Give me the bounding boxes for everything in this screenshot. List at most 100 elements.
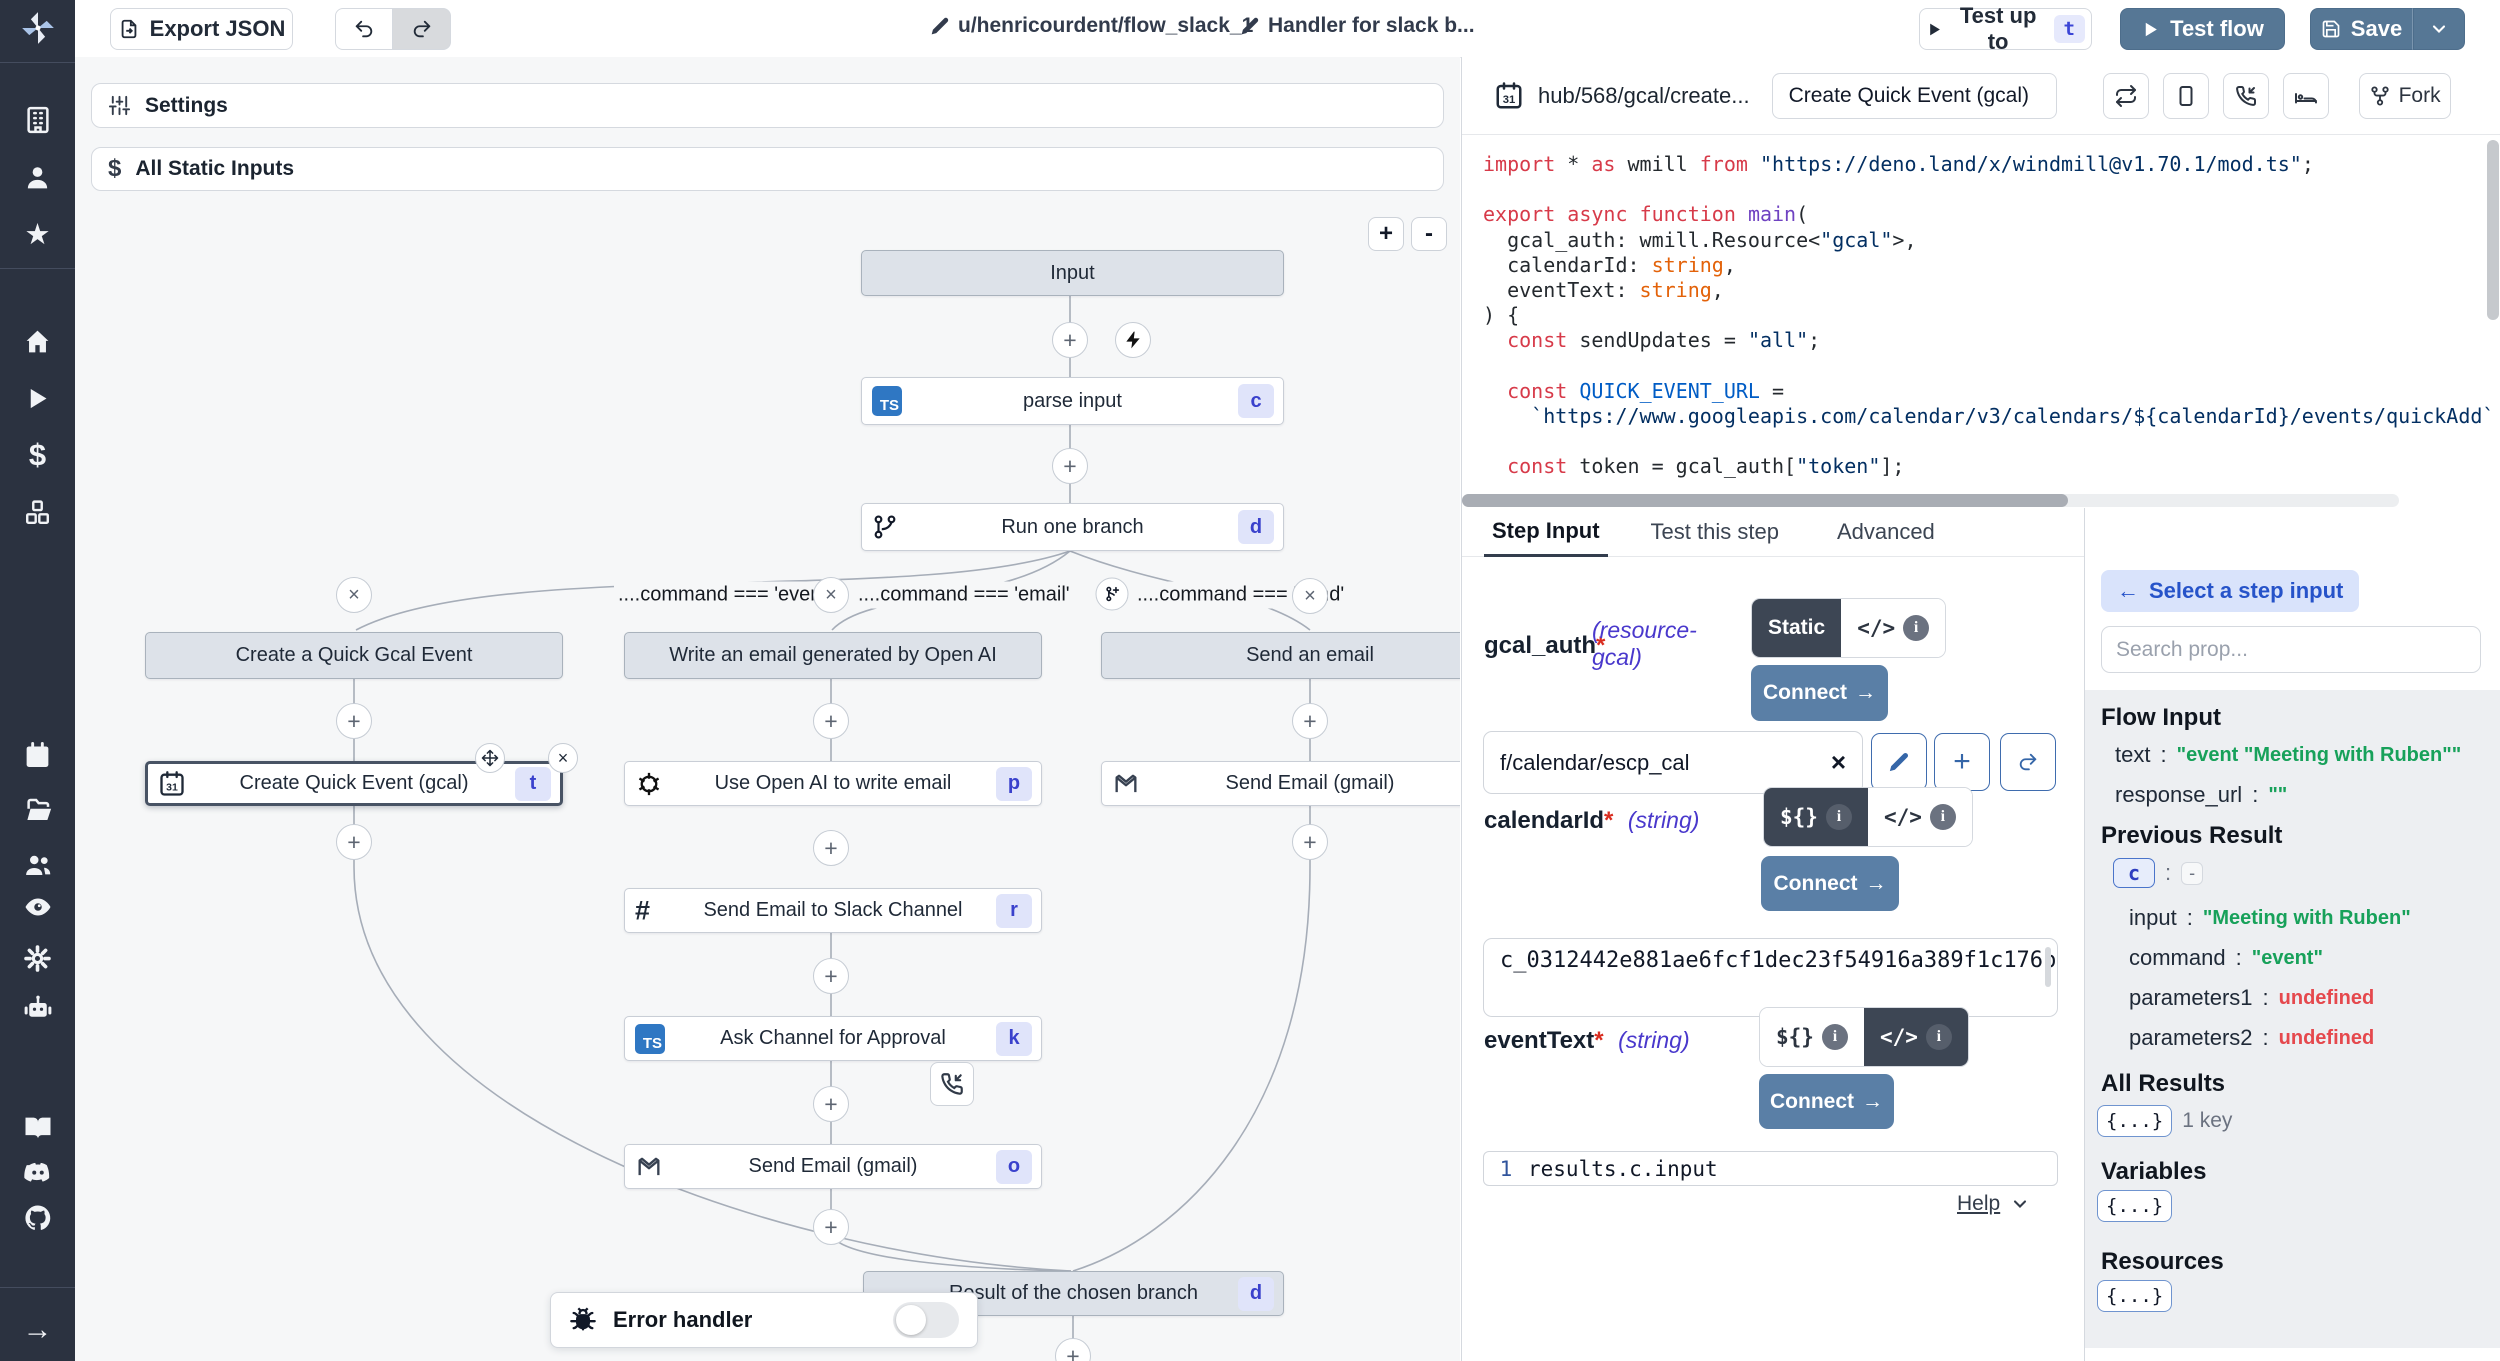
mode-javascript[interactable]: </>i xyxy=(1868,788,1972,846)
info-icon[interactable]: i xyxy=(1926,1024,1952,1050)
flow-node-send-gmail[interactable]: Send Email (gmail) o xyxy=(624,1144,1042,1189)
flow-node-use-openai[interactable]: Use Open AI to write email p xyxy=(624,761,1042,806)
add-step-button[interactable]: + xyxy=(1292,703,1328,739)
prop-row-parameters2[interactable]: parameters2:undefined xyxy=(2129,1025,2374,1051)
flow-node-parse-input[interactable]: TS parse input c xyxy=(861,377,1284,425)
add-step-button[interactable]: + xyxy=(1292,824,1328,860)
code-editor[interactable]: import * as wmill from "https://deno.lan… xyxy=(1462,134,2500,502)
mode-javascript[interactable]: </>i xyxy=(1864,1008,1968,1066)
delete-step-button[interactable]: × xyxy=(548,743,578,773)
flow-node-input[interactable]: Input xyxy=(861,250,1284,296)
edit-resource-button[interactable] xyxy=(1871,733,1927,791)
search-prop-input[interactable] xyxy=(2101,626,2481,673)
sidebar-item-home[interactable] xyxy=(0,319,75,363)
add-step-button[interactable]: + xyxy=(813,703,849,739)
flow-node-ask-approval[interactable]: TS Ask Channel for Approval k xyxy=(624,1016,1042,1061)
variables-expand-badge[interactable]: {...} xyxy=(2097,1190,2172,1222)
add-step-button[interactable]: + xyxy=(336,824,372,860)
add-branch-button[interactable] xyxy=(1096,578,1129,611)
sleep-button[interactable] xyxy=(2283,73,2329,119)
sidebar-item-github[interactable] xyxy=(0,1196,75,1240)
event-text-expr-editor[interactable]: 1 results.c.input xyxy=(1483,1151,2058,1186)
move-step-button[interactable] xyxy=(475,743,505,773)
code-hscrollbar-thumb[interactable] xyxy=(1462,494,2068,507)
flow-canvas[interactable]: Settings $ All Static Inputs + - xyxy=(75,57,1460,1361)
textarea-scrollbar[interactable] xyxy=(2045,947,2051,987)
sidebar-item-user[interactable] xyxy=(0,155,75,199)
refresh-resource-button[interactable] xyxy=(2000,733,2056,791)
flow-node-run-one-branch[interactable]: Run one branch d xyxy=(861,503,1284,551)
select-step-input-button[interactable]: ← Select a step input xyxy=(2101,570,2359,612)
event-text-connect-button[interactable]: Connect→ xyxy=(1759,1074,1894,1129)
test-flow-button[interactable]: Test flow xyxy=(2120,8,2285,50)
prop-row-response-url[interactable]: response_url:"" xyxy=(2115,782,2287,808)
add-step-button[interactable]: + xyxy=(813,1086,849,1122)
sidebar-item-settings[interactable] xyxy=(0,936,75,980)
prop-row-text[interactable]: text:"event "Meeting with Ruben"" xyxy=(2115,742,2461,768)
tab-step-input[interactable]: Step Input xyxy=(1484,508,1608,557)
info-icon[interactable]: i xyxy=(1903,615,1929,641)
mode-template[interactable]: ${}i xyxy=(1760,1008,1864,1066)
sidebar-item-workspace[interactable] xyxy=(0,98,75,142)
clear-resource-button[interactable]: × xyxy=(1831,747,1846,778)
help-link[interactable]: Help xyxy=(1957,1192,2030,1216)
branch-header-send[interactable]: Send an email xyxy=(1101,632,1460,679)
sidebar-item-variables[interactable]: $ xyxy=(0,433,75,477)
add-step-button[interactable]: + xyxy=(1052,448,1088,484)
tab-test-this-step[interactable]: Test this step xyxy=(1643,508,1787,557)
info-icon[interactable]: i xyxy=(1826,804,1852,830)
tab-advanced[interactable]: Advanced xyxy=(1829,508,1943,557)
sidebar-item-workers[interactable] xyxy=(0,986,75,1030)
remove-branch-button[interactable]: × xyxy=(1292,578,1328,614)
step-name-input[interactable]: Create Quick Event (gcal) xyxy=(1772,73,2057,119)
redo-button[interactable] xyxy=(393,8,451,50)
suspend-button[interactable] xyxy=(2223,73,2269,119)
mode-javascript[interactable]: </>i xyxy=(1841,599,1945,657)
all-results-expand-badge[interactable]: {...} xyxy=(2097,1105,2172,1137)
prop-row-input[interactable]: input:"Meeting with Ruben" xyxy=(2129,905,2411,931)
gcal-auth-connect-button[interactable]: Connect→ xyxy=(1751,665,1888,721)
sidebar-item-groups[interactable] xyxy=(0,843,75,887)
breadcrumb-flow-path[interactable]: u/henricourdent/flow_slack_1 xyxy=(930,14,1253,38)
code-vscrollbar-thumb[interactable] xyxy=(2487,140,2499,320)
add-step-button[interactable]: + xyxy=(1052,322,1088,358)
sidebar-item-resources[interactable] xyxy=(0,490,75,534)
trigger-bolt-button[interactable] xyxy=(1115,322,1151,358)
gcal-auth-resource-input[interactable]: f/calendar/escp_cal × xyxy=(1483,731,1863,794)
info-icon[interactable]: i xyxy=(1930,804,1956,830)
add-step-button[interactable]: + xyxy=(336,703,372,739)
resources-expand-badge[interactable]: {...} xyxy=(2097,1280,2172,1312)
flow-node-send-slack[interactable]: # Send Email to Slack Channel r xyxy=(624,888,1042,933)
fork-button[interactable]: Fork xyxy=(2359,73,2451,119)
remove-branch-button[interactable]: × xyxy=(813,577,849,613)
add-step-button[interactable]: + xyxy=(813,1209,849,1245)
breadcrumb-flow-summary[interactable]: Handler for slack b... xyxy=(1240,14,1475,38)
save-button[interactable]: Save xyxy=(2310,8,2413,50)
stop-after-button[interactable] xyxy=(2163,73,2209,119)
branch-header-gcal[interactable]: Create a Quick Gcal Event xyxy=(145,632,563,679)
error-handler-toggle[interactable] xyxy=(893,1302,959,1338)
add-step-button[interactable]: + xyxy=(813,830,849,866)
calendar-id-value-input[interactable]: c_0312442e881ae6fcf1dec23f54916a389f1c17… xyxy=(1483,938,2058,1017)
calendar-id-connect-button[interactable]: Connect→ xyxy=(1761,856,1899,911)
prop-row-parameters1[interactable]: parameters1:undefined xyxy=(2129,985,2374,1011)
sidebar-item-folders[interactable] xyxy=(0,788,75,832)
add-resource-button[interactable]: + xyxy=(1934,733,1990,791)
save-menu-button[interactable] xyxy=(2413,8,2465,50)
prop-row-command[interactable]: command:"event" xyxy=(2129,945,2323,971)
sidebar-item-schedules[interactable] xyxy=(0,733,75,777)
sidebar-item-favorites[interactable]: ★ xyxy=(0,212,75,256)
export-json-button[interactable]: Export JSON xyxy=(110,8,293,50)
mode-template[interactable]: ${}i xyxy=(1764,788,1868,846)
mode-static[interactable]: Static xyxy=(1752,599,1841,657)
undo-button[interactable] xyxy=(335,8,393,50)
test-up-to-button[interactable]: Test up to t xyxy=(1919,8,2092,50)
sidebar-item-discord[interactable] xyxy=(0,1150,75,1194)
flow-node-send-email-right[interactable]: Send Email (gmail) xyxy=(1101,761,1460,806)
windmill-logo[interactable] xyxy=(0,6,75,50)
restart-button[interactable] xyxy=(2103,73,2149,119)
step-badge-c[interactable]: c xyxy=(2113,858,2155,888)
sidebar-item-audit-logs[interactable] xyxy=(0,885,75,929)
info-icon[interactable]: i xyxy=(1822,1024,1848,1050)
expand-sidebar-button[interactable]: → xyxy=(0,1308,75,1352)
